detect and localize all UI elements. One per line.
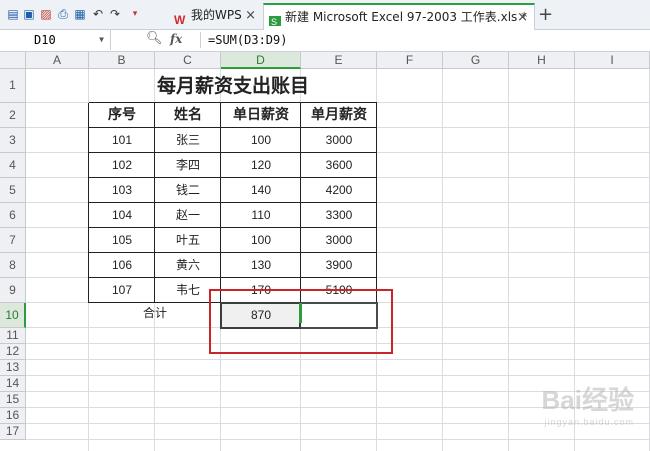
print-icon[interactable]: ⎙ [56,7,70,21]
name-box-value: D10 [34,33,56,47]
export-pdf-icon[interactable]: ▨ [39,7,53,21]
wps-logo-icon[interactable]: ▤ [6,7,20,21]
column-header-a[interactable]: A [26,52,89,69]
row-header-2[interactable]: 2 [0,103,26,128]
data-cell[interactable]: 130 [221,253,301,278]
tab-label: 新建 Microsoft Excel 97-2003 工作表.xls * [285,10,528,24]
column-header-d[interactable]: D [221,52,301,69]
title-bar: ▤ ▣ ▨ ⎙ ▦ ↶ ↷ ▾ W 我的WPS × S 新建 Microsoft E… [0,0,650,30]
data-cell[interactable]: 110 [221,203,301,228]
column-header-g[interactable]: G [443,52,509,69]
customize-toolbar-icon[interactable]: ▾ [128,7,142,21]
gridline [26,375,650,376]
undo-icon[interactable]: ↶ [91,7,105,21]
spreadsheet-icon: S [268,11,282,27]
row-header-4[interactable]: 4 [0,153,26,178]
tab-workbook[interactable]: S 新建 Microsoft Excel 97-2003 工作表.xls * × [263,3,535,30]
redo-icon[interactable]: ↷ [108,7,122,21]
data-cell[interactable]: 105 [89,228,155,253]
column-header-f[interactable]: F [377,52,443,69]
row-header-1[interactable]: 1 [0,69,26,103]
divider [200,32,201,48]
tab-my-wps[interactable]: W 我的WPS × [170,3,262,28]
data-cell[interactable]: 102 [89,153,155,178]
row-header-3[interactable]: 3 [0,128,26,153]
row-header-9[interactable]: 9 [0,278,26,303]
data-cell[interactable]: 120 [221,153,301,178]
data-cell[interactable]: 140 [221,178,301,203]
gridline [26,359,650,360]
data-cell[interactable]: 103 [89,178,155,203]
data-cell[interactable]: 104 [89,203,155,228]
data-cell[interactable]: 4200 [301,178,377,203]
baidu-jingyan-watermark: Bai经验 jingyan.baidu.com [542,380,634,427]
wps-icon: W [174,9,188,27]
chevron-down-icon[interactable]: ▼ [65,30,104,50]
total-label-cell[interactable]: 合计 [89,301,221,326]
row-header-7[interactable]: 7 [0,228,26,253]
close-icon[interactable]: × [245,3,256,28]
column-label-cell[interactable]: 单月薪资 [301,103,377,128]
close-icon[interactable]: × [517,5,528,30]
name-box[interactable]: D10 ▼ [0,30,111,50]
data-cell[interactable]: 钱二 [155,178,221,203]
data-cell[interactable]: 3300 [301,203,377,228]
row-header-13[interactable]: 13 [0,360,26,376]
data-cell[interactable]: 张三 [155,128,221,153]
column-header-b[interactable]: B [89,52,155,69]
column-header-i[interactable]: I [575,52,650,69]
row-header-6[interactable]: 6 [0,203,26,228]
column-header-e[interactable]: E [301,52,377,69]
select-all-corner[interactable] [0,52,26,69]
svg-text:S: S [271,17,277,27]
data-cell[interactable]: 黄六 [155,253,221,278]
row-header-17[interactable]: 17 [0,424,26,440]
column-header-h[interactable]: H [509,52,575,69]
column-label-cell[interactable]: 序号 [89,103,155,128]
data-cell[interactable]: 3600 [301,153,377,178]
formula-input[interactable]: =SUM(D3:D9) [208,30,287,50]
data-cell[interactable]: 3000 [301,228,377,253]
data-cell[interactable]: 101 [89,128,155,153]
search-icon[interactable]: 🔍︎ [146,31,163,46]
row-header-10[interactable]: 10 [0,303,26,328]
data-cell[interactable]: 3000 [301,128,377,153]
watermark-url: jingyan.baidu.com [544,417,634,427]
data-cell[interactable]: 赵一 [155,203,221,228]
data-cell[interactable]: 106 [89,253,155,278]
svg-text:W: W [174,13,186,25]
row-header-14[interactable]: 14 [0,376,26,392]
spreadsheet-grid[interactable]: A B C D E F G H I 1 2 3 4 5 6 7 8 9 10 11 12 13 14 15 16 17 每月薪资支出… [0,52,650,451]
column-label-cell[interactable]: 单日薪资 [221,103,301,128]
save-icon[interactable]: ▣ [22,7,36,21]
formula-bar: D10 ▼ 🔍︎ fx =SUM(D3:D9) [0,30,650,52]
insert-function-icon[interactable]: fx [170,32,182,46]
column-label-cell[interactable]: 姓名 [155,103,221,128]
data-cell[interactable]: 107 [89,278,155,303]
data-cell[interactable]: 100 [221,228,301,253]
row-header-16[interactable]: 16 [0,408,26,424]
column-header-c[interactable]: C [155,52,221,69]
new-tab-button[interactable]: + [538,5,553,25]
print-preview-icon[interactable]: ▦ [73,7,87,21]
row-header-8[interactable]: 8 [0,253,26,278]
row-header-15[interactable]: 15 [0,392,26,408]
gridline [26,439,650,440]
row-header-11[interactable]: 11 [0,328,26,344]
data-cell[interactable]: 100 [221,128,301,153]
data-cell[interactable]: 叶五 [155,228,221,253]
data-cell[interactable]: 李四 [155,153,221,178]
tab-label: 我的WPS [191,8,242,22]
watermark-text: Bai经验 [541,385,634,415]
annotation-highlight-box [209,289,393,354]
row-header-12[interactable]: 12 [0,344,26,360]
row-header-5[interactable]: 5 [0,178,26,203]
data-cell[interactable]: 3900 [301,253,377,278]
sheet-title: 每月薪资支出账目 [156,75,309,97]
